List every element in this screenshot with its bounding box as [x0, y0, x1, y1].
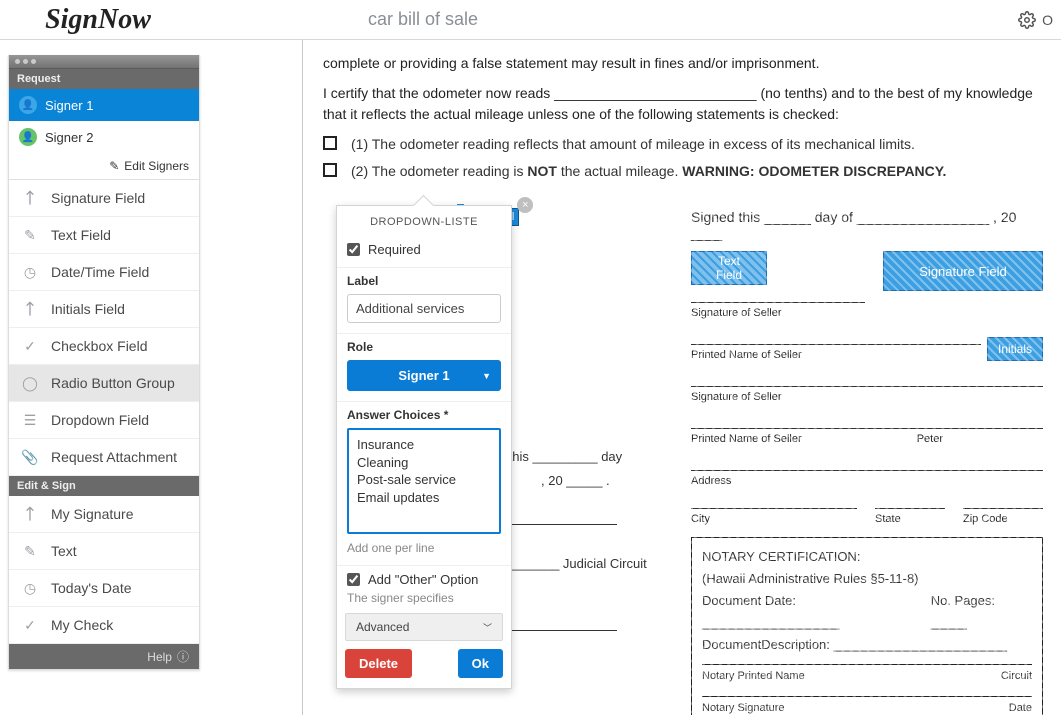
initials-icon — [21, 300, 39, 318]
label-heading: Label — [347, 274, 501, 288]
placed-signature-field[interactable]: Signature Field — [883, 251, 1043, 291]
list-icon: ☰ — [21, 411, 39, 429]
peter-value: Peter — [917, 433, 1043, 445]
help-icon: ⓘ — [177, 648, 189, 665]
tool-signature-field[interactable]: Signature Field — [9, 180, 199, 217]
settings-gear-icon[interactable] — [1016, 9, 1038, 31]
notary-rules: (Hawaii Administrative Rules §5-11-8) — [702, 568, 1032, 590]
tool-my-check[interactable]: ✓My Check — [9, 607, 199, 644]
circuit-label: Circuit — [1001, 667, 1032, 686]
section-edit-sign: Edit & Sign — [9, 476, 199, 496]
edit-signers-link[interactable]: ✎ Edit Signers — [9, 153, 199, 180]
address-label: Address — [691, 475, 1043, 487]
tool-text-field[interactable]: ✎Text Field — [9, 217, 199, 254]
answers-hint: Add one per line — [347, 541, 501, 555]
tool-datetime-field[interactable]: ◷Date/Time Field — [9, 254, 199, 291]
radio-icon: ◯ — [21, 374, 39, 392]
sidebar-grip[interactable] — [9, 55, 199, 69]
signer-row-2[interactable]: 👤 Signer 2 — [9, 121, 199, 153]
sig-seller-label-2: Signature of Seller — [691, 391, 1043, 403]
tool-radio-group[interactable]: ◯Radio Button Group — [9, 365, 199, 402]
help-link[interactable]: Helpⓘ — [9, 644, 199, 669]
other-hint: The signer specifies — [347, 591, 501, 605]
role-dropdown[interactable]: Signer 1 ▼ — [347, 360, 501, 391]
notary-box: NOTARY CERTIFICATION: (Hawaii Administra… — [691, 537, 1043, 715]
tool-text[interactable]: ✎Text — [9, 533, 199, 570]
delete-button[interactable]: Delete — [345, 649, 412, 678]
signature-icon — [21, 189, 39, 207]
state-label: State — [875, 513, 945, 525]
signer-label: Signer 1 — [45, 98, 93, 113]
tool-checkbox-field[interactable]: ✓Checkbox Field — [9, 328, 199, 365]
required-checkbox[interactable]: Required — [347, 242, 501, 257]
option-1-text: (1) The odometer reading reflects that a… — [351, 134, 915, 155]
year20-text: , 20 _____ . — [541, 473, 610, 488]
add-other-checkbox-input[interactable] — [347, 573, 360, 586]
sig-seller-label: Signature of Seller — [691, 307, 865, 319]
notary-title: NOTARY CERTIFICATION: — [702, 546, 1032, 568]
label-input[interactable] — [347, 294, 501, 323]
zip-label: Zip Code — [963, 513, 1043, 525]
document-title: car bill of sale — [188, 9, 1016, 30]
clock-icon: ◷ — [21, 263, 39, 281]
section-request: Request — [9, 69, 199, 89]
disclosure-text: complete or providing a false statement … — [323, 53, 1041, 73]
notary-sig-label: Notary Signature — [702, 699, 785, 715]
chevron-down-icon: ﹀ — [483, 621, 492, 634]
close-icon[interactable]: × — [517, 197, 533, 213]
add-other-checkbox[interactable]: Add "Other" Option — [347, 572, 501, 587]
tool-request-attachment[interactable]: 📎Request Attachment — [9, 439, 199, 476]
app-logo: SignNow — [8, 4, 188, 36]
required-checkbox-input[interactable] — [347, 243, 360, 256]
check-icon: ✓ — [21, 337, 39, 355]
notary-name-label: Notary Printed Name — [702, 667, 805, 686]
user-icon: 👤 — [19, 96, 37, 114]
dropdown-settings-popover: DROPDOWN-LISTE Required Label Role Signe… — [336, 205, 512, 689]
checkbox-1[interactable] — [323, 136, 337, 150]
options-letter[interactable]: O — [1042, 12, 1053, 28]
option-2-text: (2) The odometer reading is NOT the actu… — [351, 161, 946, 182]
signer-label: Signer 2 — [45, 130, 93, 145]
fields-sidebar: Request 👤 Signer 1 👤 Signer 2 ✎ Edit Sig… — [8, 55, 200, 670]
advanced-toggle[interactable]: Advanced ﹀ — [345, 613, 503, 641]
popover-title: DROPDOWN-LISTE — [337, 206, 511, 236]
tool-my-signature[interactable]: My Signature — [9, 496, 199, 533]
signed-this-line: Signed this ______ day of ______________… — [691, 209, 1043, 241]
pencil-icon: ✎ — [21, 542, 39, 560]
clock-icon: ◷ — [21, 579, 39, 597]
doc-date-label: Document Date: ___________________ — [702, 590, 931, 634]
no-pages-label: No. Pages: _____ — [931, 590, 1032, 634]
answers-heading: Answer Choices * — [347, 408, 501, 422]
tool-initials-field[interactable]: Initials Field — [9, 291, 199, 328]
pencil-icon: ✎ — [21, 226, 39, 244]
ok-button[interactable]: Ok — [458, 649, 503, 678]
checkbox-2[interactable] — [323, 163, 337, 177]
user-icon: 👤 — [19, 128, 37, 146]
chevron-down-icon: ▼ — [482, 371, 491, 381]
answer-choices-textarea[interactable] — [347, 428, 501, 534]
certify-text: I certify that the odometer now reads __… — [323, 83, 1041, 124]
tool-todays-date[interactable]: ◷Today's Date — [9, 570, 199, 607]
placed-text-field[interactable]: Text Field — [691, 251, 767, 285]
pencil-icon: ✎ — [109, 159, 119, 173]
role-heading: Role — [347, 340, 501, 354]
signature-icon — [21, 505, 39, 523]
placed-initials-field[interactable]: Initials — [987, 337, 1043, 361]
notary-date-label: Date — [1009, 699, 1032, 715]
printed-seller-label-2: Printed Name of Seller — [691, 433, 802, 445]
doc-desc-label: DocumentDescription: ___________________… — [702, 634, 1032, 656]
city-label: City — [691, 513, 857, 525]
signer-row-1[interactable]: 👤 Signer 1 — [9, 89, 199, 121]
check-icon: ✓ — [21, 616, 39, 634]
paperclip-icon: 📎 — [21, 448, 39, 466]
printed-seller-label: Printed Name of Seller — [691, 349, 981, 361]
tool-dropdown-field[interactable]: ☰Dropdown Field — [9, 402, 199, 439]
